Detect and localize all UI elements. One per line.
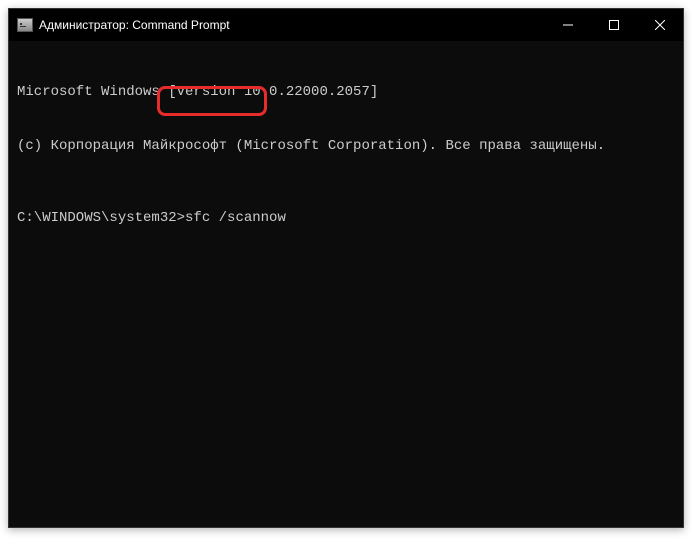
command-input[interactable]: sfc /scannow xyxy=(185,210,286,226)
minimize-button[interactable] xyxy=(545,9,591,41)
close-button[interactable] xyxy=(637,9,683,41)
terminal-body[interactable]: Microsoft Windows [Version 10.0.22000.20… xyxy=(9,41,683,269)
titlebar[interactable]: Администратор: Command Prompt xyxy=(9,9,683,41)
copyright-line: (c) Корпорация Майкрософт (Microsoft Cor… xyxy=(17,137,675,155)
window-title: Администратор: Command Prompt xyxy=(39,18,545,32)
prompt-path: C:\WINDOWS\system32> xyxy=(17,210,185,226)
window-controls xyxy=(545,9,683,41)
prompt-line: C:\WINDOWS\system32>sfc /scannow xyxy=(17,209,675,227)
version-line: Microsoft Windows [Version 10.0.22000.20… xyxy=(17,83,675,101)
maximize-button[interactable] xyxy=(591,9,637,41)
cmd-icon xyxy=(17,18,33,32)
command-prompt-window: Администратор: Command Prompt Microsoft … xyxy=(8,8,684,528)
